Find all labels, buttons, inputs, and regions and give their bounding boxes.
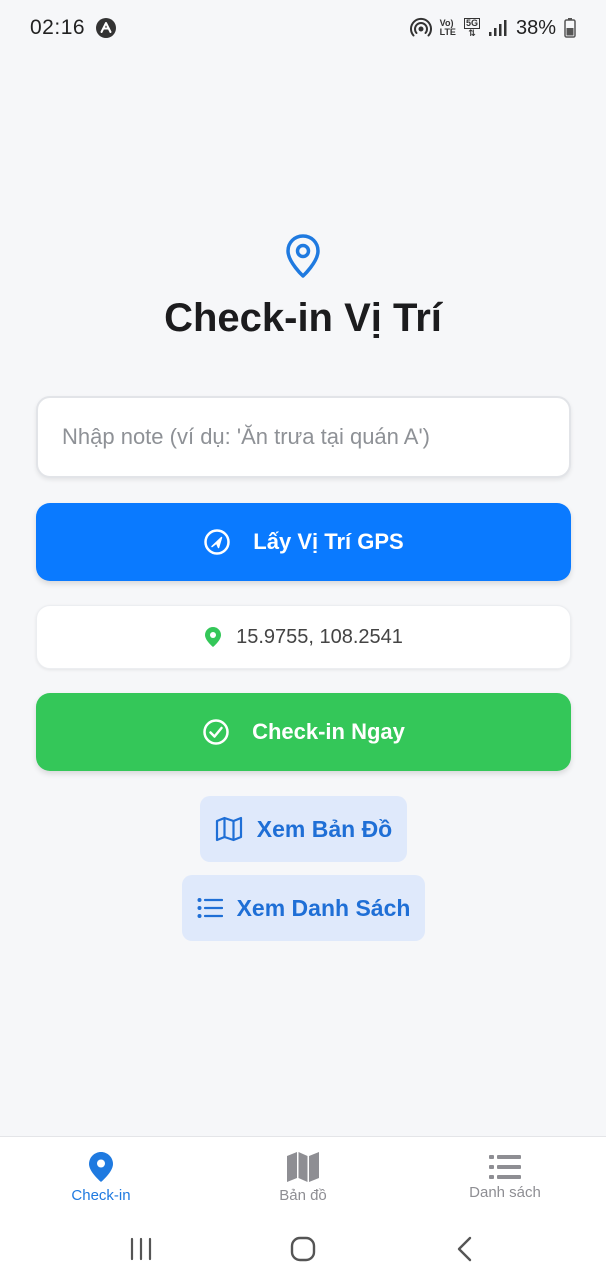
battery-percentage: 38% xyxy=(515,16,556,39)
volte-indicator: Vo) LTE xyxy=(440,19,456,37)
tab-list-label: Danh sách xyxy=(469,1184,541,1201)
checkin-now-label: Check-in Ngay xyxy=(252,719,405,744)
volte-bottom-label: LTE xyxy=(439,27,456,37)
data-arrows-icon: ⇅ xyxy=(468,28,476,38)
coordinates-text: 15.9755, 108.2541 xyxy=(236,625,403,648)
map-pin-icon xyxy=(88,1151,114,1183)
tab-checkin-label: Check-in xyxy=(71,1187,131,1204)
check-circle-icon xyxy=(202,718,230,746)
home-icon xyxy=(290,1236,316,1262)
status-time: 02:16 xyxy=(30,16,86,39)
home-button[interactable] xyxy=(283,1229,323,1269)
back-icon xyxy=(457,1236,472,1262)
system-nav-bar xyxy=(0,1218,606,1280)
tab-list[interactable]: Danh sách xyxy=(404,1137,606,1218)
recent-apps-button[interactable] xyxy=(121,1229,161,1269)
recents-icon xyxy=(130,1237,152,1261)
page-title: Check-in Vị Trí xyxy=(164,296,442,340)
view-map-button[interactable]: Xem Bản Đồ xyxy=(200,796,407,862)
checkin-now-button[interactable]: Check-in Ngay xyxy=(36,693,571,771)
bottom-tab-bar: Check-in Bản đồ Danh sách xyxy=(0,1136,606,1218)
coordinates-display: 15.9755, 108.2541 xyxy=(36,605,571,669)
network-indicator: 5G ⇅ xyxy=(463,18,480,38)
status-left: 02:16 xyxy=(30,16,117,40)
get-gps-label: Lấy Vị Trí GPS xyxy=(253,529,404,554)
signal-icon xyxy=(488,19,508,37)
get-gps-button[interactable]: Lấy Vị Trí GPS xyxy=(36,503,571,581)
tab-map-label: Bản đồ xyxy=(279,1187,327,1204)
view-list-button[interactable]: Xem Danh Sách xyxy=(182,875,425,941)
map-icon xyxy=(286,1151,320,1183)
view-list-label: Xem Danh Sách xyxy=(236,894,411,921)
status-right: Vo) LTE 5G ⇅ 38% xyxy=(409,16,576,40)
list-icon xyxy=(489,1154,521,1180)
list-icon xyxy=(197,897,223,919)
note-input[interactable] xyxy=(36,396,571,478)
battery-icon xyxy=(564,18,576,38)
hotspot-icon xyxy=(409,17,432,39)
map-pin-icon xyxy=(285,234,321,278)
tab-checkin[interactable]: Check-in xyxy=(0,1137,202,1218)
location-pin-icon xyxy=(204,626,222,648)
map-icon xyxy=(215,815,243,843)
view-map-label: Xem Bản Đồ xyxy=(256,815,393,842)
navigation-arrow-icon xyxy=(203,528,231,556)
tab-map[interactable]: Bản đồ xyxy=(202,1137,404,1218)
status-bar: 02:16 Vo) LTE 5G ⇅ 38% xyxy=(0,0,606,56)
back-button[interactable] xyxy=(445,1229,485,1269)
app-notification-icon xyxy=(95,17,117,39)
